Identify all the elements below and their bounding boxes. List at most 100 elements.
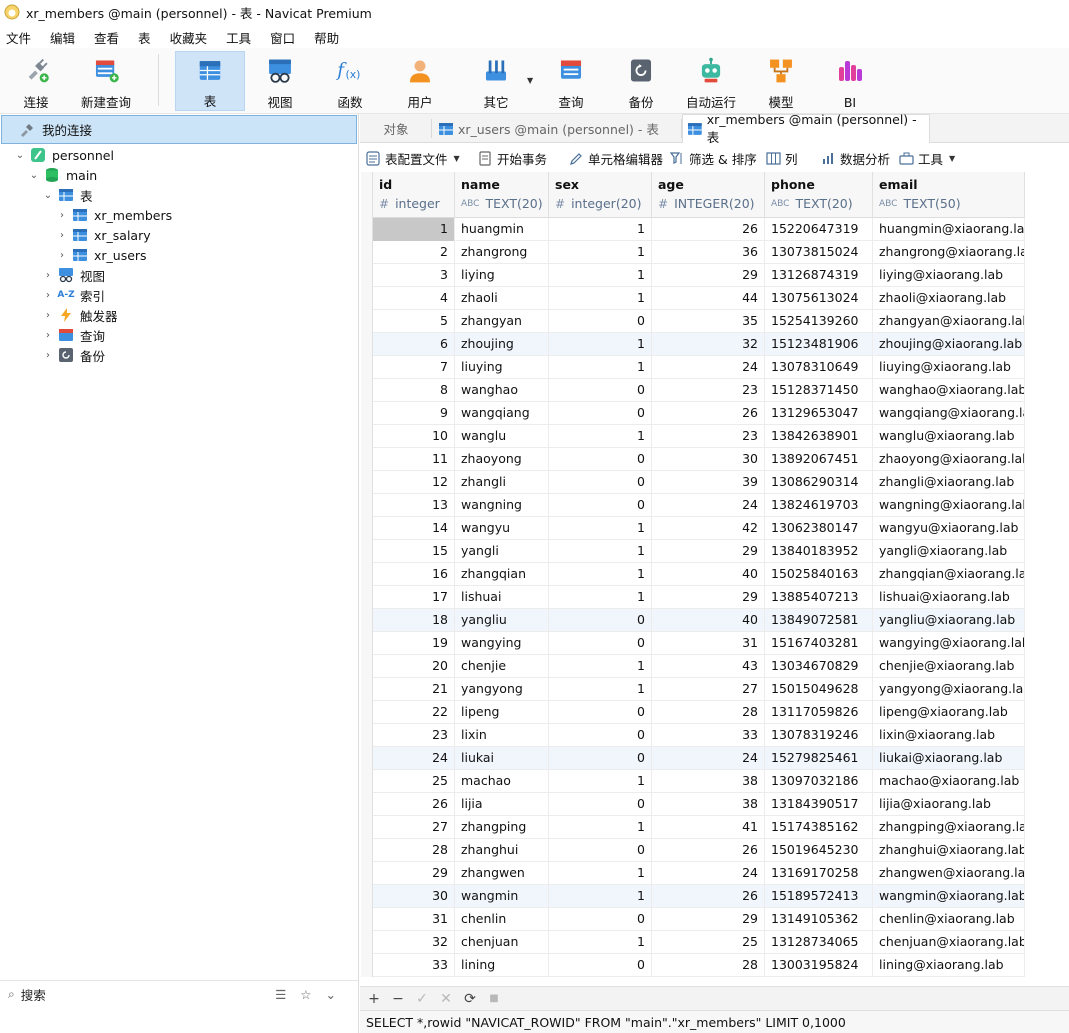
cell-email[interactable]: zhaoyong@xiaorang.lab <box>873 448 1025 471</box>
cell-id[interactable]: 32 <box>373 931 455 954</box>
table-row[interactable]: 27 zhangping 1 41 15174385162 zhangping@xiaor… <box>361 816 1025 839</box>
table-row[interactable]: 2 zhangrong 1 36 13073815024 zhangrong@xiaora… <box>361 241 1025 264</box>
menu-help[interactable]: 帮助 <box>308 28 352 47</box>
tab-xr-members[interactable]: xr_members @main (personnel) - 表 <box>682 112 930 145</box>
row-marker[interactable] <box>361 655 373 678</box>
row-marker[interactable] <box>361 632 373 655</box>
cell-phone[interactable]: 13086290314 <box>765 471 873 494</box>
row-marker[interactable] <box>361 862 373 885</box>
row-marker[interactable] <box>361 678 373 701</box>
cell-age[interactable]: 24 <box>652 862 765 885</box>
delete-record-button[interactable]: − <box>386 991 410 1007</box>
cell-name[interactable]: liukai <box>455 747 549 770</box>
chevron-right-icon[interactable]: › <box>56 249 68 261</box>
cell-email[interactable]: lishuai@xiaorang.lab <box>873 586 1025 609</box>
function-button[interactable]: f (x) 函数 <box>326 51 374 111</box>
cell-email[interactable]: lipeng@xiaorang.lab <box>873 701 1025 724</box>
cell-name[interactable]: zhoujing <box>455 333 549 356</box>
menu-favorites[interactable]: 收藏夹 <box>164 28 221 47</box>
discard-changes-button[interactable]: ✕ <box>434 991 458 1007</box>
table-row[interactable]: 22 lipeng 0 28 13117059826 lipeng@xiaorang.la… <box>361 701 1025 724</box>
cell-age[interactable]: 33 <box>652 724 765 747</box>
cell-id[interactable]: 15 <box>373 540 455 563</box>
cell-phone[interactable]: 13184390517 <box>765 793 873 816</box>
cell-email[interactable]: zhangrong@xiaorang.la <box>873 241 1025 264</box>
cell-id[interactable]: 7 <box>373 356 455 379</box>
filter-icon[interactable]: ☰ <box>275 987 286 1002</box>
table-row[interactable]: 7 liuying 1 24 13078310649 liuying@xiaorang.l… <box>361 356 1025 379</box>
cell-phone[interactable]: 15189572413 <box>765 885 873 908</box>
columns-button[interactable]: 列 <box>766 144 798 172</box>
tools-dropdown-button[interactable]: 工具 ▼ <box>899 144 955 172</box>
cell-email[interactable]: zhangwen@xiaorang.lab <box>873 862 1025 885</box>
cell-email[interactable]: lining@xiaorang.lab <box>873 954 1025 977</box>
row-marker[interactable] <box>361 471 373 494</box>
table-row[interactable]: 23 lixin 0 33 13078319246 lixin@xiaorang.lab <box>361 724 1025 747</box>
cell-phone[interactable]: 13169170258 <box>765 862 873 885</box>
cell-phone[interactable]: 13824619703 <box>765 494 873 517</box>
cell-id[interactable]: 25 <box>373 770 455 793</box>
table-row[interactable]: 8 wanghao 0 23 15128371450 wanghao@xiaorang.l… <box>361 379 1025 402</box>
tree-table-xr-members[interactable]: › xr_members <box>56 205 172 225</box>
cell-email[interactable]: yangliu@xiaorang.lab <box>873 609 1025 632</box>
tree-triggers-folder[interactable]: › 触发器 <box>42 305 118 325</box>
table-row[interactable]: 12 zhangli 0 39 13086290314 zhangli@xiaorang.… <box>361 471 1025 494</box>
cell-phone[interactable]: 15128371450 <box>765 379 873 402</box>
chevron-right-icon[interactable]: › <box>42 329 54 341</box>
cell-name[interactable]: zhangping <box>455 816 549 839</box>
cell-id[interactable]: 14 <box>373 517 455 540</box>
table-row[interactable]: 4 zhaoli 1 44 13075613024 zhaoli@xiaorang.lab <box>361 287 1025 310</box>
cell-id[interactable]: 29 <box>373 862 455 885</box>
cell-email[interactable]: zhaoli@xiaorang.lab <box>873 287 1025 310</box>
row-marker[interactable] <box>361 586 373 609</box>
navigation-search[interactable]: ⌕ 搜索 ☰ ☆ ⌄ <box>0 980 358 1008</box>
chevron-right-icon[interactable]: › <box>42 309 54 321</box>
cell-sex[interactable]: 1 <box>549 931 652 954</box>
cell-id[interactable]: 18 <box>373 609 455 632</box>
column-header-email[interactable]: email ABC TEXT(50) <box>873 172 1025 218</box>
chevron-right-icon[interactable]: › <box>42 289 54 301</box>
cell-age[interactable]: 40 <box>652 563 765 586</box>
row-marker[interactable] <box>361 724 373 747</box>
tree-views-folder[interactable]: › 视图 <box>42 265 105 285</box>
cell-id[interactable]: 24 <box>373 747 455 770</box>
cell-email[interactable]: huangmin@xiaorang.lab <box>873 218 1025 241</box>
cell-sex[interactable]: 1 <box>549 655 652 678</box>
model-button[interactable]: 模型 <box>757 51 805 111</box>
cell-email[interactable]: machao@xiaorang.lab <box>873 770 1025 793</box>
cell-phone[interactable]: 13849072581 <box>765 609 873 632</box>
cell-sex[interactable]: 1 <box>549 333 652 356</box>
cell-email[interactable]: lijia@xiaorang.lab <box>873 793 1025 816</box>
table-row[interactable]: 20 chenjie 1 43 13034670829 chenjie@xiaorang.… <box>361 655 1025 678</box>
row-marker[interactable] <box>361 402 373 425</box>
table-row[interactable]: 24 liukai 0 24 15279825461 liukai@xiaorang.la… <box>361 747 1025 770</box>
row-marker[interactable] <box>361 287 373 310</box>
cell-email[interactable]: chenlin@xiaorang.lab <box>873 908 1025 931</box>
cell-email[interactable]: chenjie@xiaorang.lab <box>873 655 1025 678</box>
table-row[interactable]: 6 zhoujing 1 32 15123481906 zhoujing@xiaorang… <box>361 333 1025 356</box>
cell-phone[interactable]: 13003195824 <box>765 954 873 977</box>
cell-name[interactable]: chenlin <box>455 908 549 931</box>
table-row[interactable]: 3 liying 1 29 13126874319 liying@xiaorang.lab <box>361 264 1025 287</box>
cell-age[interactable]: 42 <box>652 517 765 540</box>
cell-id[interactable]: 17 <box>373 586 455 609</box>
cell-email[interactable]: lixin@xiaorang.lab <box>873 724 1025 747</box>
table-row[interactable]: 32 chenjuan 1 25 13128734065 chenjuan@xiaoran… <box>361 931 1025 954</box>
cell-phone[interactable]: 13126874319 <box>765 264 873 287</box>
cell-sex[interactable]: 1 <box>549 425 652 448</box>
column-header-id[interactable]: id # integer <box>373 172 455 218</box>
cell-age[interactable]: 44 <box>652 287 765 310</box>
row-marker[interactable] <box>361 563 373 586</box>
row-marker[interactable] <box>361 448 373 471</box>
table-row[interactable]: 19 wangying 0 31 15167403281 wangying@xiaoran… <box>361 632 1025 655</box>
cell-sex[interactable]: 0 <box>549 632 652 655</box>
cell-sex[interactable]: 0 <box>549 908 652 931</box>
cell-age[interactable]: 26 <box>652 885 765 908</box>
cell-sex[interactable]: 1 <box>549 218 652 241</box>
cell-age[interactable]: 25 <box>652 931 765 954</box>
tree-backups-folder[interactable]: › 备份 <box>42 345 105 365</box>
apply-changes-button[interactable]: ✓ <box>410 991 434 1007</box>
cell-phone[interactable]: 13034670829 <box>765 655 873 678</box>
cell-sex[interactable]: 0 <box>549 839 652 862</box>
cell-age[interactable]: 29 <box>652 586 765 609</box>
